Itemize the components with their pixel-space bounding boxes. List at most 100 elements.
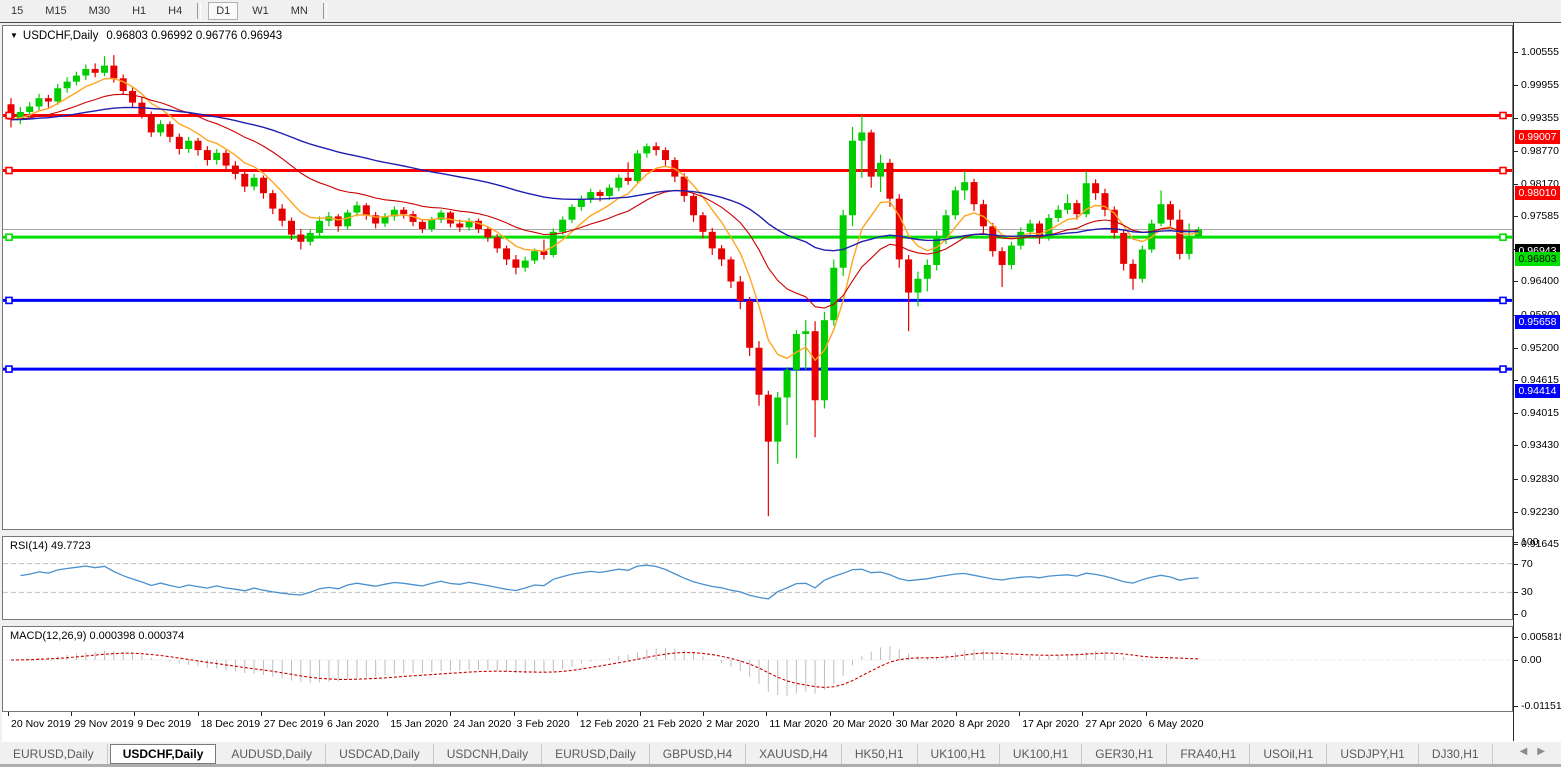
candle-body xyxy=(550,232,557,255)
tab-AUDUSD-Daily[interactable]: AUDUSD,Daily xyxy=(218,744,326,764)
tab-DJ30-H1[interactable]: DJ30,H1 xyxy=(1419,744,1493,764)
hline-handle[interactable] xyxy=(6,366,12,372)
tab-FRA40-H1[interactable]: FRA40,H1 xyxy=(1167,744,1250,764)
main-chart-panel[interactable]: ▼USDCHF,Daily0.96803 0.96992 0.96776 0.9… xyxy=(2,25,1513,530)
candle-body xyxy=(896,199,903,260)
candle-body xyxy=(1027,224,1034,232)
tab-GBPUSD-H4[interactable]: GBPUSD,H4 xyxy=(650,744,746,764)
rsi-panel[interactable]: RSI(14) 49.7723 xyxy=(2,536,1513,620)
price-tick-label: 1.00555 xyxy=(1521,46,1559,58)
candle-body xyxy=(849,141,856,216)
candle-body xyxy=(1158,204,1165,223)
tab-USDCNH-Daily[interactable]: USDCNH,Daily xyxy=(434,744,542,764)
candle-body xyxy=(961,182,968,190)
rsi-tick-label: 0 xyxy=(1521,608,1527,620)
period-button-M15[interactable]: M15 xyxy=(37,3,74,19)
tab-USDCHF-Daily[interactable]: USDCHF,Daily xyxy=(110,744,217,764)
date-axis[interactable]: 20 Nov 201929 Nov 20199 Dec 201918 Dec 2… xyxy=(2,712,1513,741)
candle-body xyxy=(148,115,155,133)
candle-body xyxy=(456,224,463,228)
candle-body xyxy=(129,91,136,103)
date-label: 9 Dec 2019 xyxy=(137,718,191,730)
candle-body xyxy=(606,188,613,196)
axis-tick xyxy=(1514,592,1518,593)
candle-body xyxy=(223,153,230,166)
candle-body xyxy=(1167,204,1174,219)
rsi-tick-label: 30 xyxy=(1521,586,1533,598)
tab-UK100-H1[interactable]: UK100,H1 xyxy=(1000,744,1082,764)
candle-body xyxy=(269,193,276,208)
tab-USDJPY-H1[interactable]: USDJPY,H1 xyxy=(1327,744,1418,764)
axis-tick xyxy=(1514,52,1518,53)
candle-body xyxy=(82,69,89,76)
period-button-W1[interactable]: W1 xyxy=(244,3,277,19)
candle-body xyxy=(737,282,744,301)
candle-body xyxy=(727,259,734,281)
hline-handle[interactable] xyxy=(1500,234,1506,240)
hline-handle[interactable] xyxy=(6,234,12,240)
candle-body xyxy=(1130,264,1137,279)
axis-tick xyxy=(1514,542,1518,543)
candle-body xyxy=(746,301,753,348)
tab-scroll-left-icon[interactable]: ◀ xyxy=(1520,746,1538,757)
tab-XAUUSD-H4[interactable]: XAUUSD,H4 xyxy=(746,744,842,764)
candle-body xyxy=(877,163,884,177)
period-button-15[interactable]: 15 xyxy=(3,3,31,19)
hline-handle[interactable] xyxy=(6,297,12,303)
macd-tick-label: 0.00 xyxy=(1521,654,1541,666)
period-button-MN[interactable]: MN xyxy=(283,3,316,19)
tab-EURUSD-Daily[interactable]: EURUSD,Daily xyxy=(0,744,108,764)
hline-handle[interactable] xyxy=(6,112,12,118)
tab-EURUSD-Daily[interactable]: EURUSD,Daily xyxy=(542,744,650,764)
candle-body xyxy=(288,221,295,235)
tab-USDCAD-Daily[interactable]: USDCAD,Daily xyxy=(326,744,434,764)
rsi-tick-label: 70 xyxy=(1521,558,1533,570)
date-tick xyxy=(450,712,451,716)
candle-body xyxy=(251,178,258,187)
candle-body xyxy=(110,66,117,79)
tab-USOil-H1[interactable]: USOil,H1 xyxy=(1250,744,1327,764)
candle-body xyxy=(447,212,454,223)
tab-scroll-right-icon[interactable]: ▶ xyxy=(1537,746,1555,757)
chart-title: ▼USDCHF,Daily0.96803 0.96992 0.96776 0.9… xyxy=(10,30,282,42)
candlestick-chart[interactable] xyxy=(3,26,1512,529)
period-button-D1[interactable]: D1 xyxy=(208,2,238,20)
axis-tick xyxy=(1514,706,1518,707)
candle-body xyxy=(784,370,791,398)
hline-handle[interactable] xyxy=(1500,112,1506,118)
candle-body xyxy=(316,221,323,233)
macd-chart[interactable] xyxy=(3,627,1512,711)
candle-body xyxy=(522,261,529,268)
candle-body xyxy=(615,178,622,188)
date-tick xyxy=(8,712,9,716)
chart-dropdown-icon[interactable]: ▼ xyxy=(10,31,18,40)
axis-tick xyxy=(1514,564,1518,565)
tab-HK50-H1[interactable]: HK50,H1 xyxy=(842,744,918,764)
date-label: 20 Nov 2019 xyxy=(11,718,71,730)
hline-handle[interactable] xyxy=(1500,366,1506,372)
axis-tick xyxy=(1514,348,1518,349)
candle-body xyxy=(204,150,211,160)
candle-body xyxy=(92,69,99,73)
candle-body xyxy=(943,215,950,237)
tab-GER30-H1[interactable]: GER30,H1 xyxy=(1082,744,1167,764)
date-tick xyxy=(71,712,72,716)
price-badge-0.98010: 0.98010 xyxy=(1515,186,1560,200)
axis-tick xyxy=(1514,614,1518,615)
period-button-H1[interactable]: H1 xyxy=(124,3,154,19)
tab-scroll-arrows[interactable]: ◀▶ xyxy=(1520,746,1555,757)
tab-UK100-H1[interactable]: UK100,H1 xyxy=(918,744,1000,764)
price-axis[interactable]: 1.005550.999550.993550.987700.981700.975… xyxy=(1513,23,1561,741)
hline-handle[interactable] xyxy=(6,168,12,174)
period-button-H4[interactable]: H4 xyxy=(160,3,190,19)
rsi-label: RSI(14) 49.7723 xyxy=(10,540,91,552)
date-label: 18 Dec 2019 xyxy=(201,718,261,730)
period-button-M30[interactable]: M30 xyxy=(81,3,118,19)
hline-handle[interactable] xyxy=(1500,297,1506,303)
rsi-chart[interactable] xyxy=(3,537,1512,619)
price-badge-0.95658: 0.95658 xyxy=(1515,315,1560,329)
candle-body xyxy=(840,215,847,267)
candle-body xyxy=(765,395,772,442)
hline-handle[interactable] xyxy=(1500,168,1506,174)
macd-panel[interactable]: MACD(12,26,9) 0.000398 0.000374 xyxy=(2,626,1513,712)
